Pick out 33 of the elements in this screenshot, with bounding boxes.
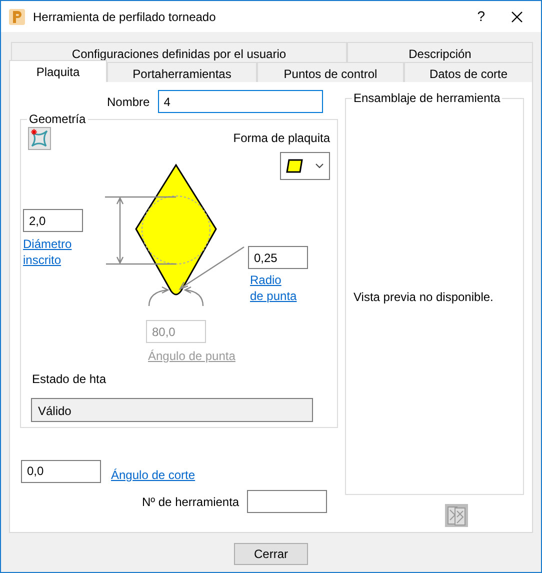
- app-icon: [9, 8, 25, 24]
- tab[interactable]: Descripción: [347, 42, 533, 62]
- tab[interactable]: Puntos de control: [257, 62, 404, 82]
- group-title: Geometría: [27, 112, 88, 126]
- tool-number-field[interactable]: [247, 490, 328, 513]
- name-label: Nombre: [107, 94, 150, 110]
- tab[interactable]: Portaherramientas: [107, 62, 257, 82]
- preview-toggle-icon[interactable]: [445, 504, 468, 527]
- nose-radius-link[interactable]: Radio de punta: [250, 272, 297, 304]
- tab[interactable]: Datos de corte: [404, 62, 533, 82]
- tab[interactable]: Plaquita: [9, 60, 107, 82]
- nose-radius-field[interactable]: 0,25: [248, 246, 308, 269]
- cut-angle-field[interactable]: 0,0: [21, 460, 101, 482]
- close-icon: [511, 10, 523, 22]
- preview-message: Vista previa no disponible.: [354, 288, 494, 306]
- tip-angle-label: Ángulo de punta: [148, 348, 236, 365]
- close-dialog-button[interactable]: Cerrar: [234, 543, 308, 565]
- window-title: Herramienta de perfilado torneado: [33, 8, 217, 26]
- parallelogram-icon: [286, 158, 304, 174]
- name-field[interactable]: 4: [158, 90, 323, 113]
- inscribed-diameter-link[interactable]: Diámetro inscrito: [23, 236, 79, 268]
- insert-shape-icon[interactable]: [28, 127, 51, 150]
- tool-number-label: Nº de herramienta: [142, 494, 240, 510]
- cut-angle-link[interactable]: Ángulo de corte: [111, 467, 196, 483]
- status-field: Válido: [31, 398, 313, 422]
- chevron-down-icon: [314, 163, 324, 169]
- inscribed-diameter-field[interactable]: 2,0: [23, 209, 83, 232]
- shape-dropdown[interactable]: [280, 152, 330, 180]
- shape-label: Forma de plaquita: [233, 130, 330, 147]
- tab[interactable]: Configuraciones definidas por el usuario: [11, 42, 347, 62]
- help-button[interactable]: ?: [461, 6, 501, 27]
- status-label: Estado de hta: [32, 371, 106, 388]
- group-title: Ensamblaje de herramienta: [352, 91, 502, 105]
